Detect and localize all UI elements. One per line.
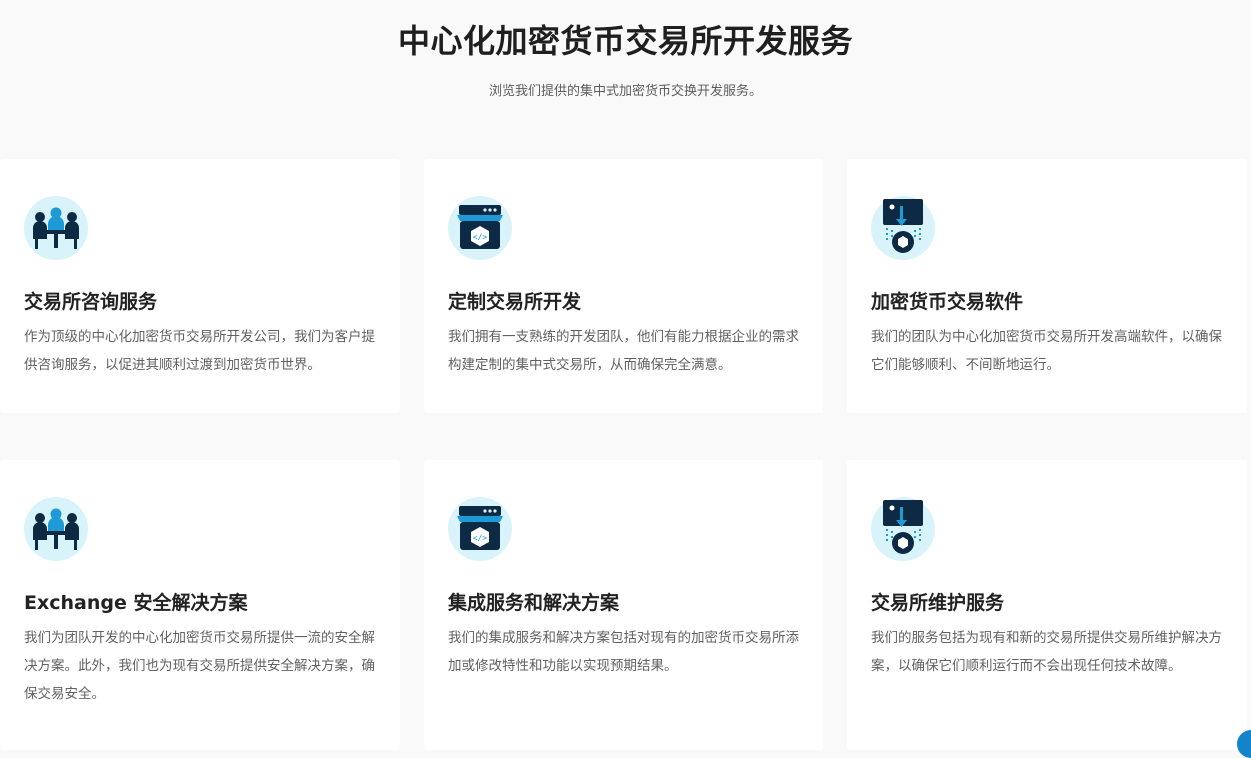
monitor-download-icon [870,195,936,261]
service-card-integration: </> 集成服务和解决方案 我们的集成服务和解决方案包括对现有的加密货币交易所添… [424,460,823,750]
service-card-trading-software: 加密货币交易软件 我们的团队为中心化加密货币交易所开发高端软件，以确保它们能够顺… [847,159,1247,413]
team-meeting-icon [23,195,89,261]
card-description: 我们的集成服务和解决方案包括对现有的加密货币交易所添加或修改特性和功能以实现预期… [448,624,803,680]
card-description: 我们的服务包括为现有和新的交易所提供交易所维护解决方案，以确保它们顺利运行而不会… [871,624,1226,680]
card-description: 我们拥有一支熟练的开发团队，他们有能力根据企业的需求构建定制的集中式交易所，从而… [448,323,803,379]
service-card-maintenance: 交易所维护服务 我们的服务包括为现有和新的交易所提供交易所维护解决方案，以确保它… [847,460,1247,750]
card-title: 定制交易所开发 [448,287,581,314]
svg-text:</>: </> [473,534,488,543]
code-store-icon: </> [447,195,513,261]
page-title: 中心化加密货币交易所开发服务 [0,16,1251,62]
service-card-custom-dev: </> 定制交易所开发 我们拥有一支熟练的开发团队，他们有能力根据企业的需求构建… [424,159,823,413]
card-description: 作为顶级的中心化加密货币交易所开发公司，我们为客户提供咨询服务，以促进其顺利过渡… [24,323,379,379]
card-title: 交易所咨询服务 [24,287,157,314]
code-store-icon: </> [447,496,513,562]
card-title: 交易所维护服务 [871,588,1004,615]
card-title: 加密货币交易软件 [871,287,1023,314]
card-description: 我们的团队为中心化加密货币交易所开发高端软件，以确保它们能够顺利、不间断地运行。 [871,323,1226,379]
card-title: 集成服务和解决方案 [448,588,619,615]
card-description: 我们为团队开发的中心化加密货币交易所提供一流的安全解决方案。此外，我们也为现有交… [24,624,379,708]
service-card-consulting: 交易所咨询服务 作为顶级的中心化加密货币交易所开发公司，我们为客户提供咨询服务，… [0,159,400,413]
svg-text:</>: </> [473,233,488,242]
monitor-download-icon [870,496,936,562]
page-subtitle: 浏览我们提供的集中式加密货币交换开发服务。 [0,80,1251,99]
team-meeting-icon [23,496,89,562]
service-card-security: Exchange 安全解决方案 我们为团队开发的中心化加密货币交易所提供一流的安… [0,460,400,750]
card-title: Exchange 安全解决方案 [24,588,247,615]
